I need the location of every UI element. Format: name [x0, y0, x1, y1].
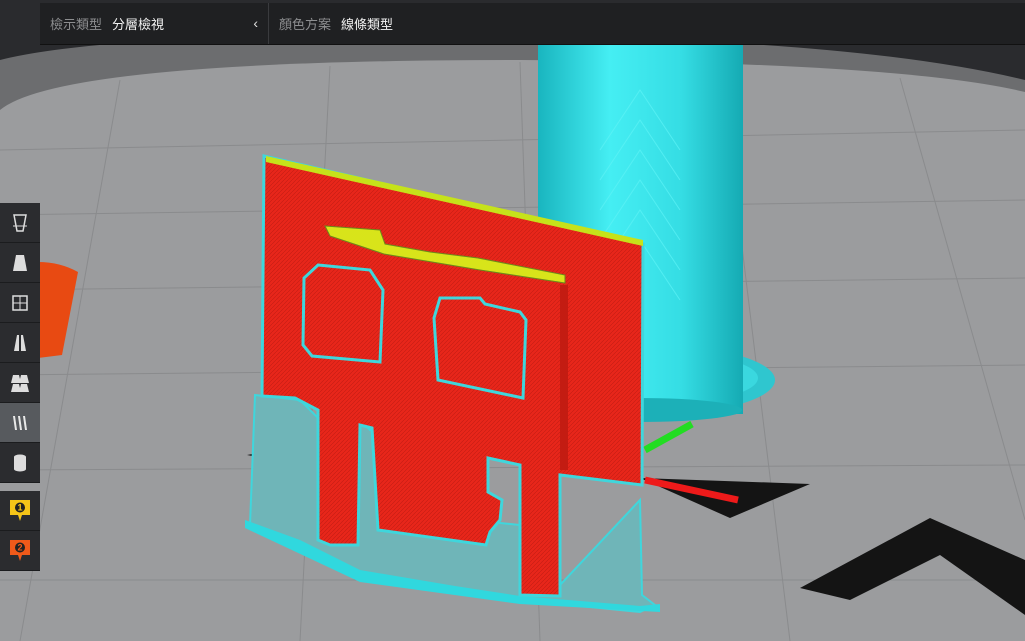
view-header: 檢示類型 分層檢視 ‹ 顏色方案 線條類型 — [40, 3, 1025, 45]
view-top-icon — [12, 294, 28, 311]
view-type-value: 分層檢視 — [112, 17, 165, 32]
marker-1-number: 1 — [17, 502, 22, 512]
color-scheme-selector[interactable]: 顏色方案 線條類型 — [269, 3, 403, 44]
view-front-button[interactable] — [0, 243, 40, 283]
view-right-button[interactable] — [0, 363, 40, 403]
view-type-selector[interactable]: 檢示類型 分層檢視 ‹ — [40, 3, 269, 44]
marker-2-number: 2 — [17, 542, 22, 552]
3d-viewport[interactable] — [0, 0, 1025, 641]
view-front-icon — [13, 254, 27, 271]
color-scheme-label: 顏色方案 — [279, 17, 332, 32]
color-scheme-value: 線條類型 — [341, 17, 394, 32]
view-right-icon — [11, 374, 29, 392]
view-type-label: 檢示類型 — [50, 17, 103, 32]
view-toolbar: 1 2 — [0, 203, 40, 571]
layer-view-button[interactable] — [0, 403, 40, 443]
marker-pin-icon: 2 — [10, 539, 30, 561]
cylinder-view-button[interactable] — [0, 443, 40, 483]
marker-2[interactable]: 2 — [0, 531, 40, 571]
cylinder-icon — [14, 454, 26, 471]
layer-view-icon — [13, 415, 27, 430]
view-3d-button[interactable] — [0, 203, 40, 243]
marker-1[interactable]: 1 — [0, 491, 40, 531]
marker-pin-icon: 1 — [10, 499, 30, 521]
wall-divider — [560, 285, 568, 470]
view-top-button[interactable] — [0, 283, 40, 323]
view-3d-icon — [13, 213, 27, 232]
view-left-button[interactable] — [0, 323, 40, 363]
chevron-left-icon[interactable]: ‹ — [253, 15, 258, 31]
view-left-icon — [14, 334, 26, 351]
